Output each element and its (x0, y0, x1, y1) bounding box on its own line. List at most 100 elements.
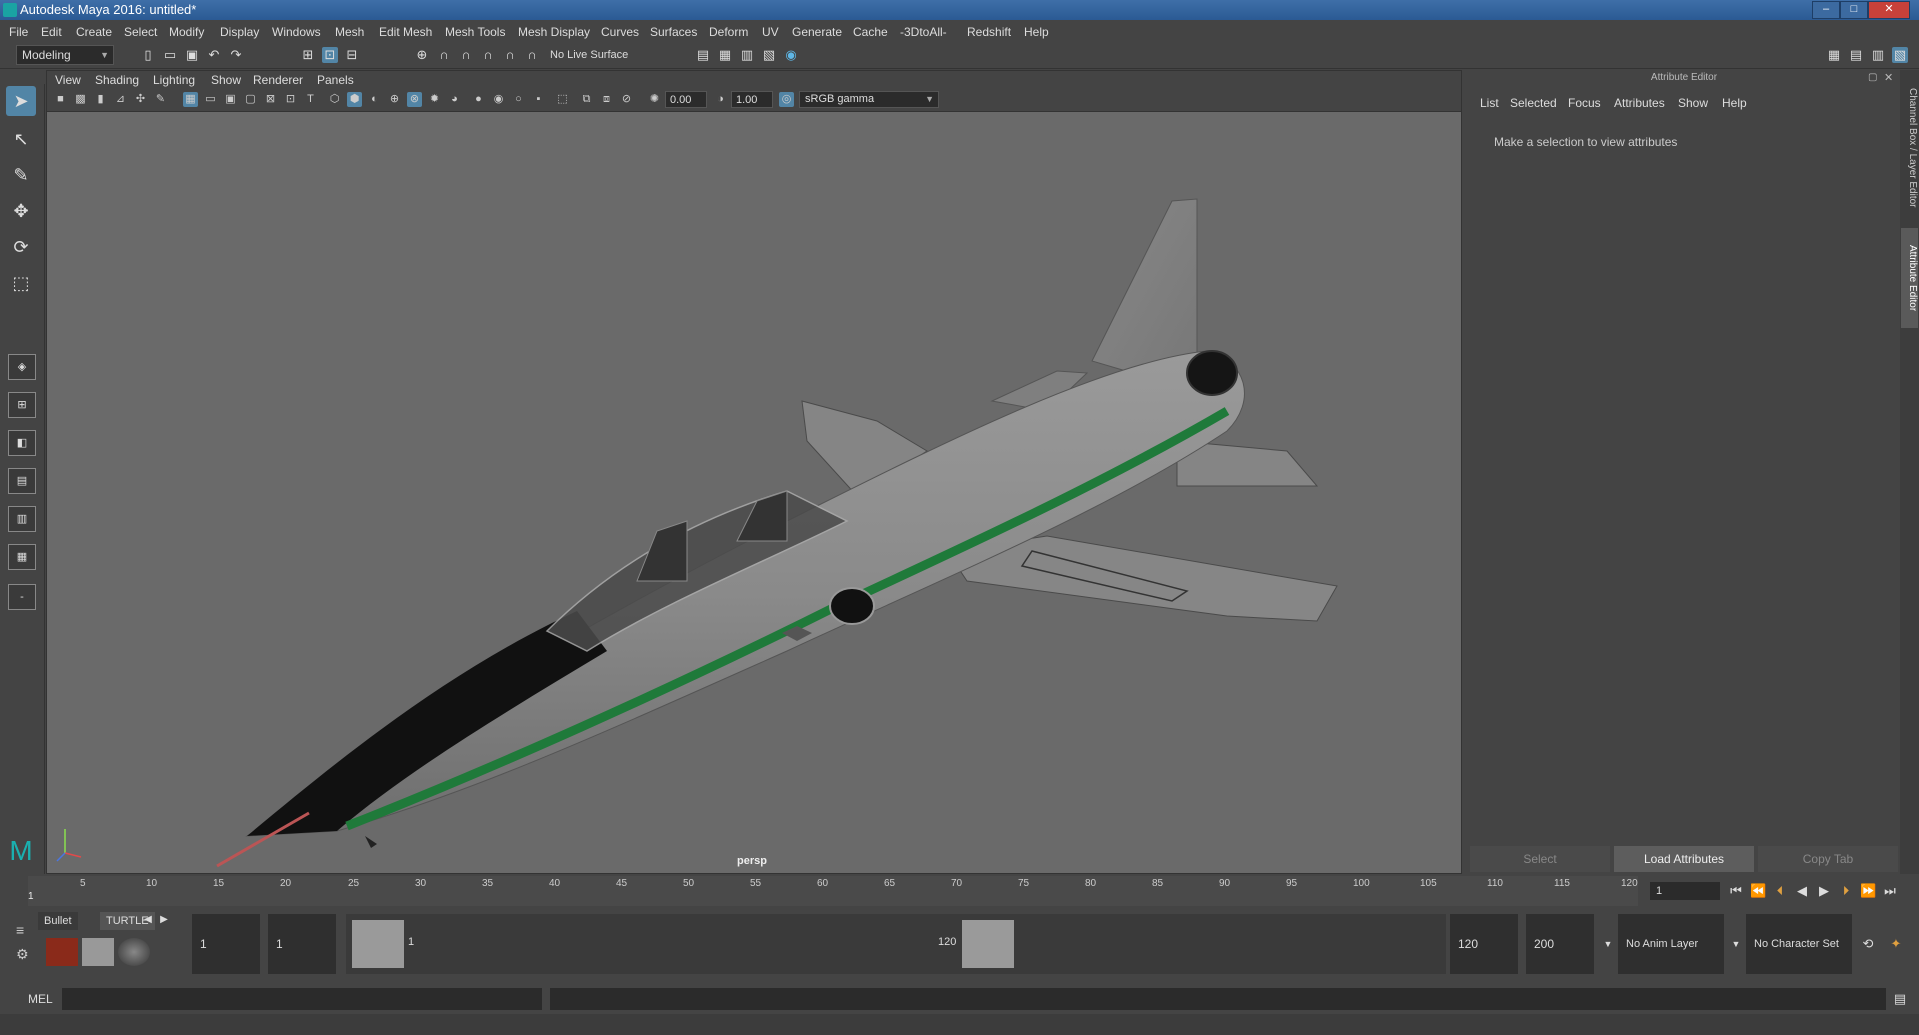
rotate-tool-icon[interactable]: ⟳ (6, 232, 36, 262)
menu-windows[interactable]: Windows (272, 25, 321, 39)
exposure-field[interactable]: 0.00 (665, 91, 707, 108)
script-editor-icon[interactable]: ▤ (1892, 991, 1908, 1007)
menu-mesh[interactable]: Mesh (335, 25, 364, 39)
anti-aliasing-icon[interactable]: ▪ (531, 92, 546, 107)
ae-menu-show[interactable]: Show (1678, 96, 1708, 110)
select-object-icon[interactable]: ⊡ (322, 47, 338, 63)
animation-start-field[interactable]: 1 (192, 914, 260, 974)
jet-model[interactable] (216, 198, 1338, 868)
float-panel-icon[interactable]: ▢ (1868, 72, 1877, 83)
gate-mask-icon[interactable]: ▢ (243, 92, 258, 107)
menu-deform[interactable]: Deform (709, 25, 748, 39)
shelf-render-icon[interactable] (82, 938, 114, 966)
menu-edit[interactable]: Edit (41, 25, 62, 39)
attribute-editor-tab[interactable]: Attribute Editor (1901, 228, 1918, 328)
camera-icon[interactable]: ■ (53, 92, 68, 107)
bookmark-icon[interactable]: ▮ (93, 92, 108, 107)
vp-menu-renderer[interactable]: Renderer (253, 73, 303, 87)
snap-grid-icon[interactable]: ⊕ (414, 47, 430, 63)
menu-file[interactable]: File (9, 25, 28, 39)
minimize-button[interactable]: – (1812, 1, 1840, 19)
animation-preferences-icon[interactable]: ✦ (1888, 936, 1904, 952)
scale-tool-icon[interactable]: ⬚ (6, 268, 36, 298)
tool-settings-icon[interactable]: ▥ (1870, 47, 1886, 63)
close-panel-icon[interactable]: ✕ (1884, 71, 1893, 84)
redo-icon[interactable]: ↷ (228, 47, 244, 63)
select-tool-icon[interactable]: ➤ (6, 86, 36, 116)
copy-tab-button[interactable]: Copy Tab (1758, 846, 1898, 872)
time-slider-track[interactable]: 1 5 10 15 20 25 30 35 40 45 50 55 60 65 … (28, 876, 1638, 906)
command-language-label[interactable]: MEL (28, 992, 53, 1006)
shelf-sphere-icon[interactable] (118, 938, 150, 966)
gamma-icon[interactable]: ◑ (713, 92, 728, 107)
safe-action-icon[interactable]: ⊡ (283, 92, 298, 107)
menu-help[interactable]: Help (1024, 25, 1049, 39)
command-input[interactable] (62, 988, 542, 1010)
playback-end-field[interactable]: 120 (1450, 914, 1518, 974)
range-slider-track[interactable]: 1 120 (346, 914, 1446, 974)
menu-display[interactable]: Display (220, 25, 259, 39)
render-frame-icon[interactable]: ▦ (717, 47, 733, 63)
animation-end-field[interactable]: 200 (1526, 914, 1594, 974)
current-frame-field[interactable]: 1 (1650, 882, 1720, 900)
menuset-dropdown[interactable]: Modeling ▼ (16, 45, 114, 65)
xray-icon[interactable]: ● (471, 92, 486, 107)
vp-menu-view[interactable]: View (55, 73, 81, 87)
select-component-icon[interactable]: ⊟ (344, 47, 360, 63)
wireframe-icon[interactable]: ⬡ (327, 92, 342, 107)
menu-select[interactable]: Select (124, 25, 157, 39)
shelf-scroll-right-icon[interactable]: ▶ (156, 912, 172, 928)
select-button[interactable]: Select (1470, 846, 1610, 872)
grid-icon[interactable]: ▦ (183, 92, 198, 107)
live-surface-label[interactable]: No Live Surface (550, 49, 628, 61)
scene-3d-view[interactable] (47, 111, 1461, 873)
maximize-button[interactable]: □ (1840, 1, 1868, 19)
two-pane-layout-icon[interactable]: ◧ (8, 430, 36, 456)
menu-mesh-tools[interactable]: Mesh Tools (445, 25, 505, 39)
shelf-menu-icon[interactable]: ≡ ⚙ (16, 914, 36, 974)
snap-curve-icon[interactable]: ∩ (436, 47, 452, 63)
menu-edit-mesh[interactable]: Edit Mesh (379, 25, 432, 39)
vp-menu-panels[interactable]: Panels (317, 73, 354, 87)
range-handle-start[interactable] (352, 920, 404, 968)
xray-joints-icon[interactable]: ⧉ (579, 92, 594, 107)
snap-point-icon[interactable]: ∩ (458, 47, 474, 63)
next-key-icon[interactable]: ⏵ (1838, 883, 1854, 899)
auto-key-icon[interactable]: ⟲ (1860, 936, 1876, 952)
ae-menu-focus[interactable]: Focus (1568, 96, 1601, 110)
ipr-render-icon[interactable]: ▥ (739, 47, 755, 63)
snap-surface-icon[interactable]: ∩ (502, 47, 518, 63)
custom-layout-icon[interactable]: - (8, 584, 36, 610)
menu-modify[interactable]: Modify (169, 25, 204, 39)
ae-menu-help[interactable]: Help (1722, 96, 1747, 110)
image-plane-icon[interactable]: ⊿ (113, 92, 128, 107)
time-slider[interactable]: 1 5 10 15 20 25 30 35 40 45 50 55 60 65 … (0, 876, 1919, 906)
lasso-tool-icon[interactable]: ↖ (6, 124, 36, 154)
gamma-field[interactable]: 1.00 (731, 91, 773, 108)
backface-icon[interactable]: ⊘ (619, 92, 634, 107)
range-handle-end[interactable] (962, 920, 1014, 968)
menu-uv[interactable]: UV (762, 25, 779, 39)
textured-icon[interactable]: ⊕ (387, 92, 402, 107)
vp-menu-shading[interactable]: Shading (95, 73, 139, 87)
go-to-start-icon[interactable]: ⏮ (1728, 883, 1744, 899)
grease-pencil-icon[interactable]: ✎ (153, 92, 168, 107)
ae-menu-selected[interactable]: Selected (1510, 96, 1557, 110)
hypershade-icon[interactable]: ◉ (783, 47, 799, 63)
single-pane-layout-icon[interactable]: ◈ (8, 354, 36, 380)
menu-mesh-display[interactable]: Mesh Display (518, 25, 590, 39)
step-forward-icon[interactable]: ⏩ (1860, 883, 1876, 899)
save-scene-icon[interactable]: ▣ (184, 47, 200, 63)
graph-layout-icon[interactable]: ▥ (8, 506, 36, 532)
menu-generate[interactable]: Generate (792, 25, 842, 39)
ae-menu-list[interactable]: List (1480, 96, 1499, 110)
safe-title-icon[interactable]: T (303, 92, 318, 107)
field-chart-icon[interactable]: ⊠ (263, 92, 278, 107)
ambient-occlusion-icon[interactable]: ◉ (491, 92, 506, 107)
shelf-fire-icon[interactable] (46, 938, 78, 966)
color-management-icon[interactable]: ◎ (779, 92, 794, 107)
camera-lock-icon[interactable]: ▩ (73, 92, 88, 107)
vp-menu-show[interactable]: Show (211, 73, 241, 87)
playback-start-field[interactable]: 1 (268, 914, 336, 974)
open-scene-icon[interactable]: ▭ (162, 47, 178, 63)
